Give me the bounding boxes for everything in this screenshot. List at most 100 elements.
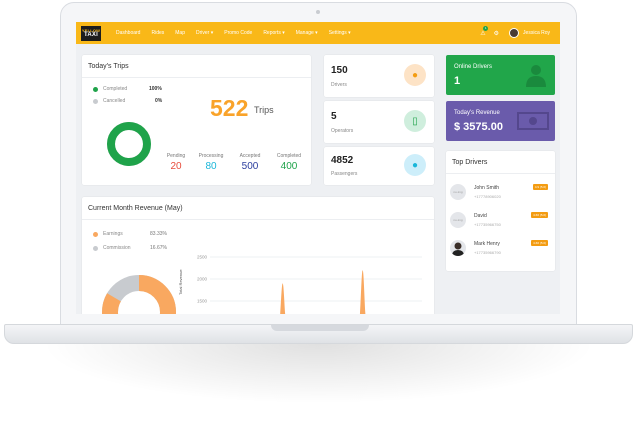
current-month-revenue-card: Current Month Revenue (May) Earnings 83.… bbox=[82, 197, 434, 314]
driver-icon: ● bbox=[404, 64, 426, 86]
legend-commission: Commission bbox=[93, 245, 131, 251]
legend-cancelled: Cancelled bbox=[93, 98, 125, 104]
legend-label: Earnings bbox=[103, 231, 123, 237]
total-trips-value: 522 bbox=[210, 95, 249, 121]
notification-badge: 1 bbox=[483, 25, 489, 31]
nav-right: ⚠ 1 ⚙ Jessica Roy bbox=[472, 22, 550, 44]
bell-icon[interactable]: ⚠ 1 bbox=[480, 25, 489, 37]
nav-manage[interactable]: Manage ▾ bbox=[296, 30, 318, 36]
driver-phone: +17735966790 bbox=[474, 250, 501, 255]
chart-y-tick-label: 2000 bbox=[197, 277, 208, 282]
nav-driver[interactable]: Driver ▾ bbox=[196, 30, 213, 36]
nav-dashboard[interactable]: Dashboard bbox=[116, 30, 140, 36]
nav-reports[interactable]: Reports ▾ bbox=[263, 30, 284, 36]
legend-label: Cancelled bbox=[103, 98, 126, 104]
chart-revenue-peak bbox=[359, 270, 366, 314]
revenue-card-title: Current Month Revenue (May) bbox=[88, 205, 183, 212]
passengers-label: Passengers bbox=[331, 171, 358, 177]
driver-name: David bbox=[474, 213, 487, 219]
total-trips-unit: Trips bbox=[254, 105, 274, 115]
passengers-count-card[interactable]: 4852 Passengers ● bbox=[324, 147, 434, 185]
drivers-count-card[interactable]: 150 Drivers ● bbox=[324, 55, 434, 97]
driver-rating-badge: 4.66 (5.0) bbox=[531, 240, 548, 246]
drivers-count: 150 bbox=[331, 65, 348, 76]
online-drivers-value: 1 bbox=[454, 75, 461, 87]
todays-trips-card: Today's Trips Completed 100% Cancelled 0… bbox=[82, 55, 311, 185]
logo-main-text: TAXI bbox=[83, 32, 99, 38]
legend-label: Commission bbox=[103, 245, 131, 251]
stat-completed: Completed 400 bbox=[269, 153, 309, 172]
driver-phone: +17735966750 bbox=[474, 222, 501, 227]
legend-value: 100% bbox=[149, 86, 162, 92]
legend-dot bbox=[93, 86, 98, 92]
stat-processing: Processing 80 bbox=[191, 153, 231, 172]
legend-value: 16.67% bbox=[150, 245, 167, 251]
operators-label: Operators bbox=[331, 128, 354, 134]
driver-phone: +17778906020 bbox=[474, 194, 501, 199]
driver-row[interactable]: Mark Henry +17735966790 4.66 (5.0) bbox=[450, 238, 548, 260]
legend-earnings: Earnings bbox=[93, 231, 123, 237]
passengers-count: 4852 bbox=[331, 155, 354, 166]
passenger-icon: ● bbox=[404, 154, 426, 176]
driver-rating-badge: 4.9 (5.0) bbox=[532, 184, 548, 190]
laptop-notch bbox=[271, 325, 369, 331]
laptop-mockup: YELLOW TAXI Dashboard Rides Map Driver ▾… bbox=[0, 0, 637, 440]
donut-completed-slice bbox=[107, 122, 151, 166]
user-avatar[interactable] bbox=[509, 28, 520, 38]
driver-row[interactable]: no-img David +17735966750 4.66 (5.0) bbox=[450, 210, 548, 232]
stat-value: 80 bbox=[205, 161, 217, 172]
card-divider bbox=[82, 77, 311, 78]
user-name[interactable]: Jessica Roy bbox=[523, 30, 550, 36]
stat-value: 500 bbox=[241, 161, 259, 172]
gear-icon[interactable]: ⚙ bbox=[494, 30, 499, 37]
card-title: Today's Trips bbox=[88, 63, 129, 70]
stat-label: Completed bbox=[276, 153, 302, 159]
laptop-shadow bbox=[40, 344, 597, 404]
avatar: no-img bbox=[450, 184, 466, 200]
stat-label: Pending bbox=[166, 153, 186, 159]
stat-value: 20 bbox=[170, 161, 182, 172]
card-divider bbox=[82, 219, 434, 220]
revenue-chart-svg: 2500200015001000 bbox=[197, 255, 422, 314]
legend-dot bbox=[93, 231, 98, 237]
nav-settings[interactable]: Settings ▾ bbox=[329, 30, 351, 36]
brand-logo[interactable]: YELLOW TAXI bbox=[80, 24, 102, 42]
legend-label: Completed bbox=[103, 86, 128, 92]
todays-revenue-value: $ 3575.00 bbox=[454, 121, 503, 133]
nav-promo-code[interactable]: Promo Code bbox=[224, 30, 252, 36]
online-drivers-title: Online Drivers bbox=[454, 64, 493, 70]
nav-menu: Dashboard Rides Map Driver ▾ Promo Code … bbox=[116, 30, 362, 36]
operators-count-card[interactable]: 5 Operators ▯ bbox=[324, 101, 434, 143]
legend-dot bbox=[93, 98, 98, 104]
trips-donut-chart bbox=[107, 122, 151, 166]
stat-pending: Pending 20 bbox=[156, 153, 196, 172]
nav-rides[interactable]: Rides bbox=[151, 30, 164, 36]
top-drivers-title: Top Drivers bbox=[452, 159, 488, 166]
driver-row[interactable]: no-img John Smith +17778906020 4.9 (5.0) bbox=[450, 182, 548, 204]
stat-label: Processing bbox=[198, 153, 224, 159]
laptop-base bbox=[4, 324, 633, 344]
online-drivers-card[interactable]: Online Drivers 1 bbox=[446, 55, 555, 95]
operators-count: 5 bbox=[331, 111, 337, 122]
top-drivers-card: Top Drivers no-img John Smith +177789060… bbox=[446, 151, 555, 271]
nav-map[interactable]: Map bbox=[175, 30, 185, 36]
driver-name: John Smith bbox=[474, 185, 500, 191]
webcam bbox=[316, 10, 320, 14]
revenue-line-chart: Total Revenue 2500200015001000 bbox=[178, 249, 432, 314]
revenue-donut-chart bbox=[102, 275, 176, 314]
mouse-icon: ▯ bbox=[404, 110, 426, 132]
chart-revenue-peak bbox=[280, 283, 286, 314]
money-icon bbox=[517, 112, 549, 130]
legend-completed: Completed bbox=[93, 86, 127, 92]
driver-rating-badge: 4.66 (5.0) bbox=[531, 212, 548, 218]
todays-revenue-title: Today's Revenue bbox=[454, 110, 500, 116]
avatar bbox=[450, 240, 466, 256]
stat-value: 400 bbox=[280, 161, 298, 172]
stat-label: Accepted bbox=[239, 153, 261, 159]
chart-y-tick-label: 1500 bbox=[197, 299, 208, 304]
legend-value: 83.33% bbox=[150, 231, 167, 237]
driver-name: Mark Henry bbox=[474, 241, 500, 247]
legend-value: 0% bbox=[155, 98, 163, 104]
card-divider bbox=[446, 173, 555, 174]
todays-revenue-card[interactable]: Today's Revenue $ 3575.00 bbox=[446, 101, 555, 141]
